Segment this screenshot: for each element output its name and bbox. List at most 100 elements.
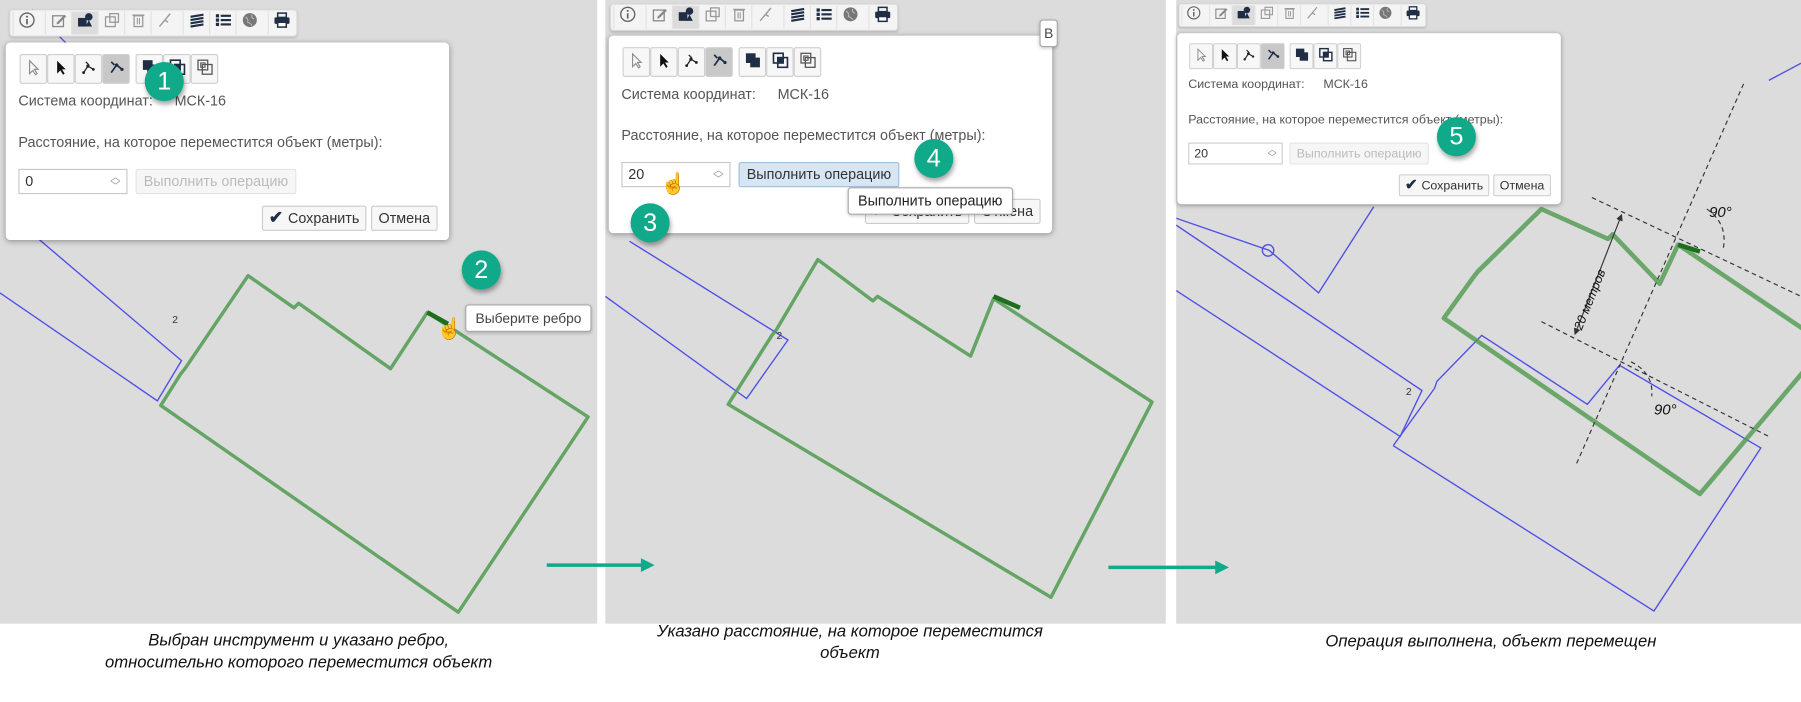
spinner-arrows-icon[interactable]: ︿ ﹀ [713, 165, 723, 185]
edit-vertices-icon [683, 52, 700, 73]
check-icon: ✔ [268, 207, 284, 228]
distance-input[interactable]: 20 ︿ ﹀ [1188, 142, 1283, 165]
difference-icon [196, 59, 213, 80]
distance-input[interactable]: 0 ︿ ﹀ [18, 168, 128, 195]
shapes-button[interactable] [1231, 5, 1255, 26]
parcel-label: 2 [776, 331, 782, 342]
save-button[interactable]: ✔Сохранить [261, 205, 367, 231]
select-arrow-icon [1218, 47, 1233, 65]
edit-icon [651, 6, 668, 29]
annotation-label: 90° [1654, 402, 1677, 419]
layers-icon [188, 11, 205, 34]
step-caption: объект [820, 644, 880, 663]
edit-button[interactable] [44, 11, 71, 35]
layers-icon [789, 6, 806, 29]
edit-button[interactable] [1209, 5, 1232, 26]
info-button[interactable] [613, 5, 639, 29]
edit-vertices-tool[interactable] [677, 47, 706, 77]
execute-operation-button[interactable]: Выполнить операцию [135, 168, 297, 195]
trash-icon [1282, 5, 1297, 25]
measure-button[interactable] [150, 11, 176, 35]
hand-cursor-icon: ☝ [660, 172, 687, 196]
trash-button[interactable] [724, 5, 751, 29]
select-arrow-tool[interactable] [650, 47, 678, 77]
select-arrow-outline-tool[interactable] [19, 53, 48, 84]
select-arrow-outline-icon [628, 52, 645, 73]
union-tool[interactable] [1289, 43, 1314, 70]
edit-icon [1214, 5, 1229, 25]
shapes-icon [1236, 5, 1251, 25]
export-button[interactable] [698, 5, 724, 29]
trash-icon [730, 6, 747, 29]
edit-vertices-tool[interactable] [74, 53, 103, 84]
trash-button[interactable] [1277, 5, 1300, 26]
layers-button[interactable] [1327, 5, 1351, 26]
save-button[interactable]: ✔Сохранить [1398, 174, 1490, 197]
measure-icon [156, 11, 173, 34]
list-button[interactable] [209, 11, 235, 35]
measure-icon [756, 6, 773, 29]
shapes-button[interactable] [671, 5, 699, 29]
list-button[interactable] [1350, 5, 1373, 26]
layers-button[interactable] [182, 11, 209, 35]
print-button[interactable] [1400, 5, 1424, 26]
map-toolbar [9, 9, 298, 37]
globe-button[interactable] [235, 11, 261, 35]
layers-button[interactable] [783, 5, 809, 29]
select-arrow-tool[interactable] [47, 53, 75, 84]
move-object-dialog: Система координат: МСК-16 Расстояние, на к… [5, 42, 450, 241]
list-icon [1355, 5, 1370, 25]
move-edge-tool[interactable] [1260, 43, 1285, 70]
export-button[interactable] [1254, 5, 1278, 26]
list-button[interactable] [809, 5, 836, 29]
trash-button[interactable] [124, 11, 150, 35]
map-toolbar [609, 3, 899, 32]
edit-vertices-icon [1241, 47, 1256, 65]
cancel-button[interactable]: Отмена [370, 205, 438, 231]
spinner-arrows-icon[interactable]: ︿ ﹀ [1268, 145, 1277, 162]
partial-tooltip: В [1039, 19, 1058, 48]
globe-button[interactable] [836, 5, 862, 29]
difference-tool[interactable] [190, 53, 219, 84]
info-button[interactable] [1181, 5, 1204, 26]
execute-operation-button[interactable]: Выполнить операцию [1289, 142, 1429, 165]
edit-button[interactable] [645, 5, 672, 29]
export-icon [103, 11, 120, 34]
select-arrow-outline-tool[interactable] [622, 47, 651, 77]
cancel-button[interactable]: Отмена [1493, 174, 1551, 197]
step-caption: относительно которого переместится объек… [104, 653, 493, 672]
globe-icon [241, 11, 258, 34]
select-edge-tooltip: Выберите ребро [465, 304, 592, 332]
select-arrow-outline-tool[interactable] [1189, 43, 1214, 70]
intersect-tool[interactable] [1313, 43, 1338, 70]
step-badge: 3 [630, 203, 670, 243]
step-caption: Выбран инструмент и указано ребро, [148, 631, 450, 651]
map-toolbar [1178, 3, 1427, 28]
shapes-button[interactable] [71, 11, 98, 35]
measure-button[interactable] [1299, 5, 1323, 26]
distance-value: 20 [628, 166, 645, 183]
select-arrow-tool[interactable] [1213, 43, 1237, 70]
globe-button[interactable] [1373, 5, 1396, 26]
measure-button[interactable] [751, 5, 777, 29]
execute-operation-button[interactable]: Выполнить операцию [738, 161, 900, 188]
print-button[interactable] [868, 5, 894, 29]
coord-system-value: МСК-16 [777, 86, 830, 103]
spinner-arrows-icon[interactable]: ︿ ﹀ [110, 172, 120, 192]
layers-icon [1332, 5, 1347, 25]
list-icon [214, 11, 231, 34]
annotation-label: 90° [1709, 204, 1732, 221]
move-edge-icon [107, 59, 124, 80]
export-button[interactable] [97, 11, 124, 35]
difference-tool[interactable] [793, 47, 822, 77]
parcel-label: 2 [172, 315, 178, 326]
move-edge-tool[interactable] [705, 47, 733, 77]
difference-tool[interactable] [1337, 43, 1362, 70]
intersect-tool[interactable] [766, 47, 794, 77]
print-button[interactable] [267, 11, 294, 35]
edit-vertices-tool[interactable] [1236, 43, 1261, 70]
intersect-icon [1318, 47, 1333, 65]
move-edge-tool[interactable] [102, 53, 130, 84]
info-button[interactable] [12, 11, 39, 35]
union-tool[interactable] [738, 47, 767, 77]
